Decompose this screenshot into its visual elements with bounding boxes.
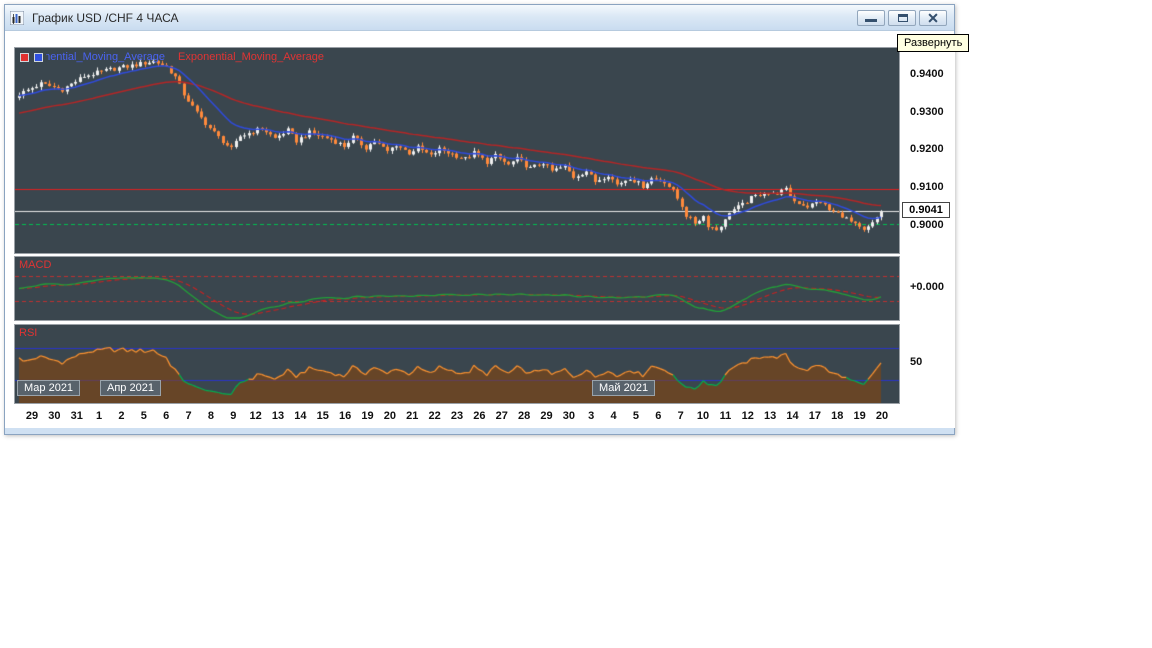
x-axis-label: 14 (786, 410, 798, 422)
maximize-tooltip: Развернуть (897, 34, 969, 52)
minimize-button[interactable] (857, 10, 885, 26)
x-axis-label: 2 (118, 410, 124, 422)
x-axis-label: 19 (853, 410, 865, 422)
close-button[interactable] (919, 10, 947, 26)
price-axis-label: 0.9400 (910, 68, 944, 80)
x-axis-label: 29 (540, 410, 552, 422)
titlebar[interactable]: График USD /CHF 4 ЧАСА (5, 5, 954, 31)
price-axis-label: 0.9300 (910, 106, 944, 118)
maximize-icon (898, 14, 908, 22)
x-axis-label: 19 (361, 410, 373, 422)
close-icon (920, 11, 946, 25)
chart-app-icon (10, 10, 26, 26)
x-axis-label: 6 (163, 410, 169, 422)
window-bottom-frame (5, 428, 954, 434)
x-axis-label: 28 (518, 410, 530, 422)
month-marker: Мар 2021 (17, 380, 80, 396)
x-axis-label: 6 (655, 410, 661, 422)
x-axis-label: 20 (384, 410, 396, 422)
window-controls (857, 10, 949, 26)
x-axis-label: 20 (876, 410, 888, 422)
ema-red-label: Exponential_Moving_Average (178, 51, 324, 63)
x-axis-label: 10 (697, 410, 709, 422)
x-axis-label: 21 (406, 410, 418, 422)
macd-label: MACD (19, 259, 51, 271)
price-panel: Exponential_Moving_Average Exponential_M… (14, 47, 900, 254)
x-axis-label: 5 (633, 410, 639, 422)
price-axis[interactable]: 0.9041 0.9400 0.9300 0.9200 0.9100 0.9000 +0.… (901, 47, 955, 428)
x-axis-label: 27 (496, 410, 508, 422)
macd-panel: MACD (14, 256, 900, 321)
time-axis[interactable]: 2930311256789121314151619202122232627282… (14, 407, 900, 428)
indicator-legend: Exponential_Moving_Average Exponential_M… (19, 51, 324, 63)
x-axis-label: 17 (809, 410, 821, 422)
x-axis-label: 9 (230, 410, 236, 422)
x-axis-label: 16 (339, 410, 351, 422)
x-axis-label: 4 (611, 410, 617, 422)
x-axis-label: 18 (831, 410, 843, 422)
x-axis-label: 31 (71, 410, 83, 422)
rsi-axis-label: 50 (910, 356, 922, 368)
x-axis-label: 5 (141, 410, 147, 422)
month-marker: Май 2021 (592, 380, 655, 396)
month-marker: Апр 2021 (100, 380, 161, 396)
price-chart-canvas[interactable] (15, 48, 899, 253)
x-axis-label: 1 (96, 410, 102, 422)
x-axis-label: 30 (563, 410, 575, 422)
macd-canvas[interactable] (15, 257, 899, 320)
x-axis-label: 3 (588, 410, 594, 422)
month-markers: Мар 2021 Апр 2021 Май 2021 (15, 325, 899, 403)
x-axis-label: 8 (208, 410, 214, 422)
x-axis-label: 13 (272, 410, 284, 422)
rsi-panel: RSI Мар 2021Апр 2021Май 2021 (14, 324, 900, 404)
window-title: График USD /CHF 4 ЧАСА (32, 11, 178, 25)
x-axis-label: 14 (294, 410, 306, 422)
price-axis-label: 0.9100 (910, 181, 944, 193)
macd-axis-label: +0.000 (910, 281, 944, 293)
current-price-box: 0.9041 (902, 202, 950, 218)
x-axis-label: 7 (678, 410, 684, 422)
x-axis-label: 11 (720, 410, 732, 422)
red-legend-chip-icon (20, 53, 29, 62)
minimize-icon (865, 19, 877, 22)
blue-legend-chip-icon (34, 53, 43, 62)
x-axis-label: 15 (317, 410, 329, 422)
price-axis-label: 0.9000 (910, 219, 944, 231)
x-axis-label: 12 (742, 410, 754, 422)
maximize-button[interactable] (888, 10, 916, 26)
x-axis-label: 30 (48, 410, 60, 422)
x-axis-label: 12 (250, 410, 262, 422)
x-axis-label: 7 (186, 410, 192, 422)
legend-color-chips (17, 51, 46, 64)
x-axis-label: 13 (764, 410, 776, 422)
chart-window: График USD /CHF 4 ЧАСА Exponential_Movin… (4, 4, 955, 435)
x-axis-label: 22 (428, 410, 440, 422)
x-axis-label: 29 (26, 410, 38, 422)
x-axis-label: 23 (451, 410, 463, 422)
x-axis-label: 26 (473, 410, 485, 422)
price-axis-label: 0.9200 (910, 143, 944, 155)
